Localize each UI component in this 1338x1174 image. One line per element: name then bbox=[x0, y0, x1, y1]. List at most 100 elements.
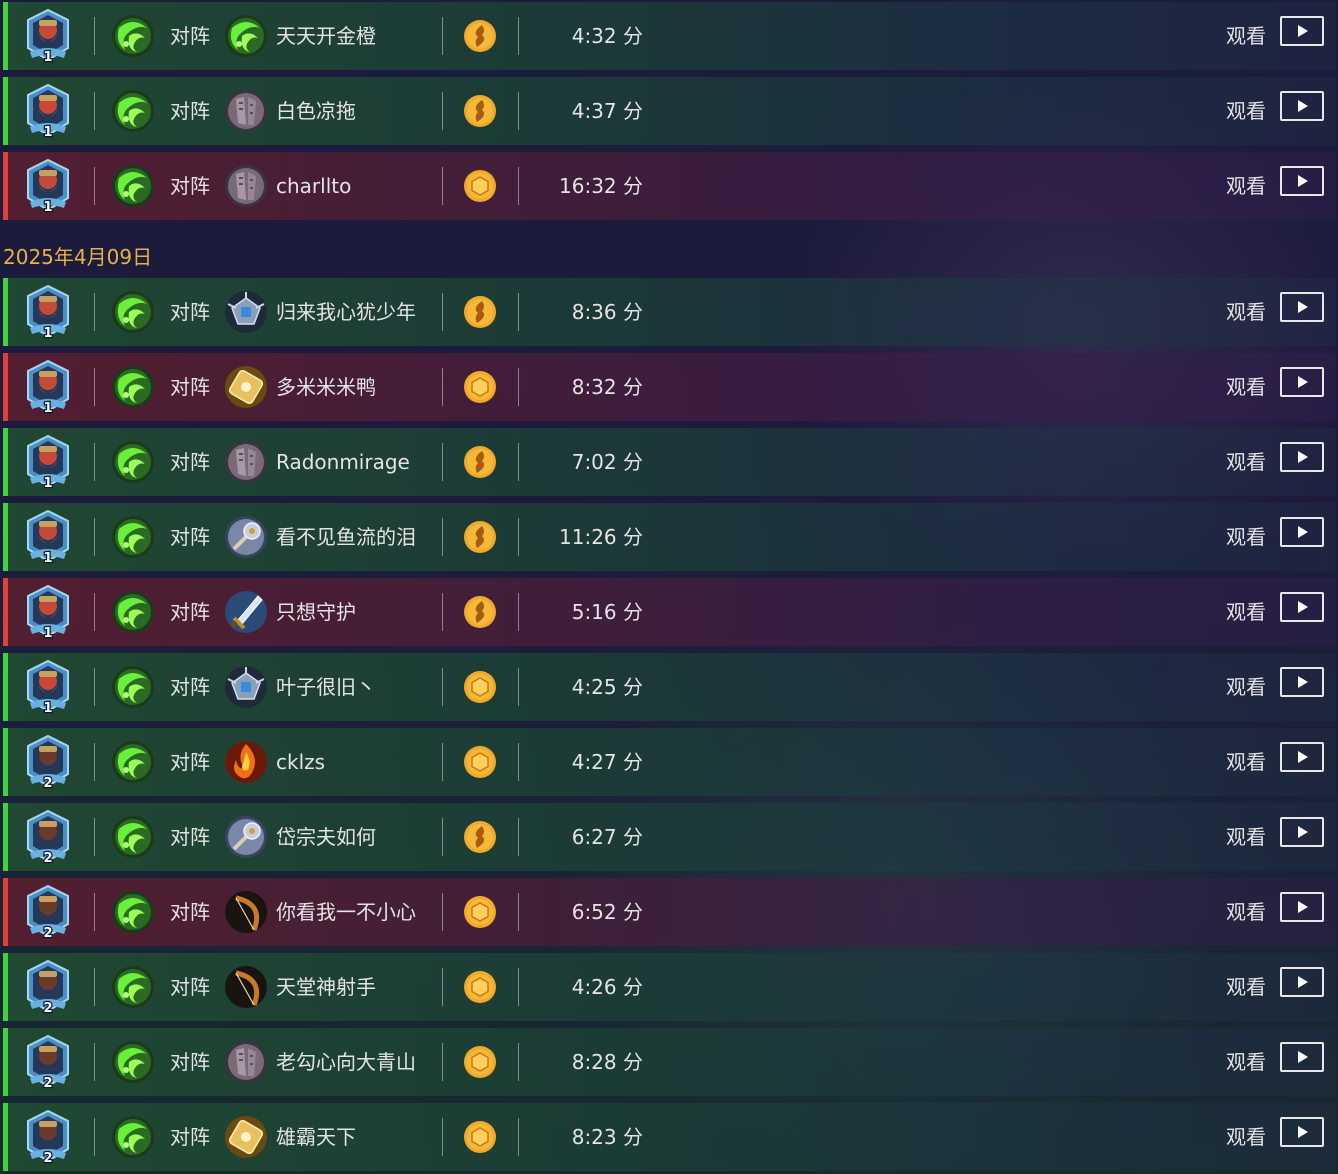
svg-text:2: 2 bbox=[43, 926, 52, 940]
rank-badge-icon: 1 bbox=[24, 659, 72, 717]
game-duration: 16:32 分 bbox=[559, 174, 643, 198]
svg-text:2: 2 bbox=[43, 1151, 52, 1165]
replay-play-button[interactable] bbox=[1280, 367, 1324, 397]
match-row-win: 2 对阵 cklzs 4:27 分 观看 bbox=[3, 728, 1336, 796]
vs-label: 对阵 bbox=[170, 375, 210, 399]
divider bbox=[442, 1118, 443, 1156]
opponent-name: 叶子很旧丶 bbox=[276, 675, 376, 699]
divider bbox=[94, 443, 95, 481]
replay-play-button[interactable] bbox=[1280, 892, 1324, 922]
replay-play-button[interactable] bbox=[1280, 517, 1324, 547]
watch-label[interactable]: 观看 bbox=[1226, 1048, 1266, 1076]
opponent-class-icon bbox=[224, 890, 268, 934]
vs-label: 对阵 bbox=[170, 525, 210, 549]
rank-badge-icon: 2 bbox=[24, 959, 72, 1017]
replay-play-button[interactable] bbox=[1280, 1117, 1324, 1147]
vs-label: 对阵 bbox=[170, 600, 210, 624]
date-header: 2025年4月09日 bbox=[3, 245, 153, 269]
svg-text:1: 1 bbox=[43, 401, 52, 415]
watch-label[interactable]: 观看 bbox=[1226, 298, 1266, 326]
replay-play-button[interactable] bbox=[1280, 16, 1324, 46]
play-icon bbox=[1298, 526, 1308, 538]
opponent-class-icon bbox=[224, 590, 268, 634]
match-row-win: 1 对阵 白色凉拖 4:37 分 观看 bbox=[3, 77, 1336, 145]
vs-label: 对阵 bbox=[170, 825, 210, 849]
divider bbox=[518, 92, 519, 130]
replay-play-button[interactable] bbox=[1280, 166, 1324, 196]
opponent-class-icon bbox=[224, 440, 268, 484]
divider bbox=[94, 518, 95, 556]
game-duration: 6:52 分 bbox=[571, 900, 643, 924]
going-first-icon bbox=[463, 94, 497, 128]
divider bbox=[442, 1043, 443, 1081]
replay-play-button[interactable] bbox=[1280, 292, 1324, 322]
divider bbox=[442, 443, 443, 481]
watch-label[interactable]: 观看 bbox=[1226, 1123, 1266, 1151]
divider bbox=[442, 668, 443, 706]
play-icon bbox=[1298, 1051, 1308, 1063]
going-first-icon bbox=[463, 19, 497, 53]
watch-label[interactable]: 观看 bbox=[1226, 448, 1266, 476]
svg-text:2: 2 bbox=[43, 1076, 52, 1090]
match-row-win: 2 对阵 天堂神射手 4:26 分 观看 bbox=[3, 953, 1336, 1021]
vs-label: 对阵 bbox=[170, 99, 210, 123]
match-row-loss: 1 对阵 多米米米鸭 8:32 分 观看 bbox=[3, 353, 1336, 421]
opponent-name: 天天开金橙 bbox=[276, 24, 376, 48]
replay-play-button[interactable] bbox=[1280, 91, 1324, 121]
opponent-name: 只想守护 bbox=[276, 600, 356, 624]
watch-label[interactable]: 观看 bbox=[1226, 97, 1266, 125]
game-duration: 4:32 分 bbox=[571, 24, 643, 48]
opponent-name: 看不见鱼流的泪 bbox=[276, 525, 416, 549]
game-duration: 8:28 分 bbox=[571, 1050, 643, 1074]
vs-label: 对阵 bbox=[170, 975, 210, 999]
vs-label: 对阵 bbox=[170, 174, 210, 198]
match-row-win: 1 对阵 天天开金橙 4:32 分 观看 bbox=[3, 2, 1336, 70]
watch-label[interactable]: 观看 bbox=[1226, 748, 1266, 776]
player-class-icon bbox=[111, 365, 155, 409]
watch-label[interactable]: 观看 bbox=[1226, 22, 1266, 50]
svg-text:1: 1 bbox=[43, 326, 52, 340]
divider bbox=[518, 167, 519, 205]
watch-label[interactable]: 观看 bbox=[1226, 898, 1266, 926]
watch-label[interactable]: 观看 bbox=[1226, 973, 1266, 1001]
divider bbox=[94, 818, 95, 856]
match-row-win: 1 对阵 归来我心犹少年 8:36 分 观看 bbox=[3, 278, 1336, 346]
svg-text:1: 1 bbox=[43, 476, 52, 490]
watch-label[interactable]: 观看 bbox=[1226, 823, 1266, 851]
play-icon bbox=[1298, 976, 1308, 988]
rank-badge-icon: 1 bbox=[24, 284, 72, 342]
divider bbox=[442, 368, 443, 406]
replay-play-button[interactable] bbox=[1280, 742, 1324, 772]
opponent-class-icon bbox=[224, 1115, 268, 1159]
player-class-icon bbox=[111, 515, 155, 559]
divider bbox=[518, 518, 519, 556]
replay-play-button[interactable] bbox=[1280, 442, 1324, 472]
watch-label[interactable]: 观看 bbox=[1226, 673, 1266, 701]
replay-play-button[interactable] bbox=[1280, 817, 1324, 847]
play-icon bbox=[1298, 175, 1308, 187]
replay-play-button[interactable] bbox=[1280, 592, 1324, 622]
divider bbox=[518, 593, 519, 631]
replay-play-button[interactable] bbox=[1280, 967, 1324, 997]
match-row-win: 2 对阵 岱宗夫如何 6:27 分 观看 bbox=[3, 803, 1336, 871]
play-icon bbox=[1298, 25, 1308, 37]
watch-label[interactable]: 观看 bbox=[1226, 373, 1266, 401]
opponent-name: 雄霸天下 bbox=[276, 1125, 356, 1149]
opponent-name: 岱宗夫如何 bbox=[276, 825, 376, 849]
watch-label[interactable]: 观看 bbox=[1226, 523, 1266, 551]
opponent-class-icon bbox=[224, 740, 268, 784]
watch-label[interactable]: 观看 bbox=[1226, 598, 1266, 626]
replay-play-button[interactable] bbox=[1280, 667, 1324, 697]
watch-label[interactable]: 观看 bbox=[1226, 172, 1266, 200]
play-icon bbox=[1298, 100, 1308, 112]
divider bbox=[442, 92, 443, 130]
divider bbox=[442, 893, 443, 931]
replay-play-button[interactable] bbox=[1280, 1042, 1324, 1072]
divider bbox=[442, 17, 443, 55]
divider bbox=[518, 1118, 519, 1156]
coin-icon bbox=[463, 1045, 497, 1079]
game-duration: 4:25 分 bbox=[571, 675, 643, 699]
player-class-icon bbox=[111, 740, 155, 784]
rank-badge-icon: 1 bbox=[24, 584, 72, 642]
coin-icon bbox=[463, 1120, 497, 1154]
